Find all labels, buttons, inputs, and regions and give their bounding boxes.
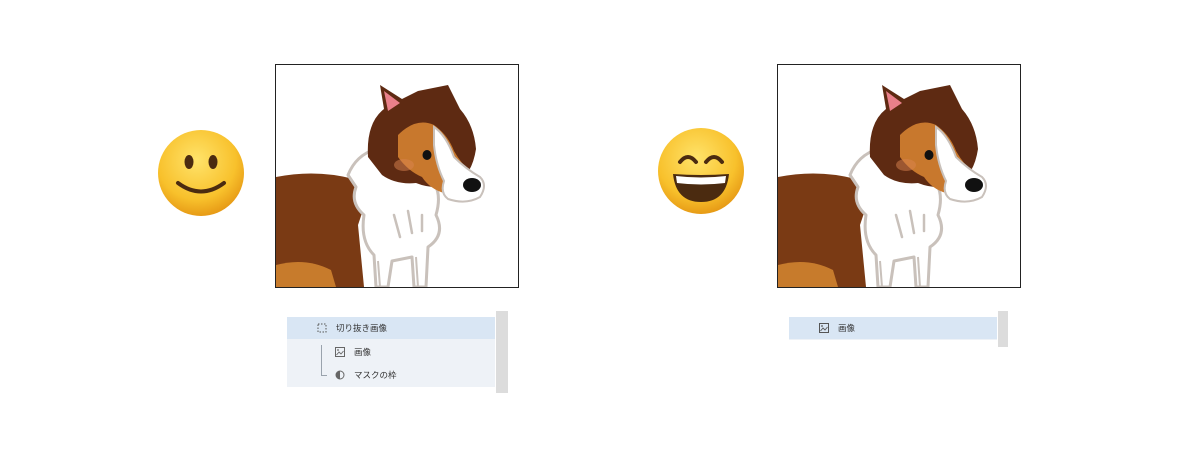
layer-row-mask[interactable]: マスクの枠 xyxy=(287,364,495,386)
layer-row-image[interactable]: 画像 xyxy=(287,341,495,363)
dog-image[interactable] xyxy=(777,64,1021,288)
layer-row-crop-group[interactable]: 切り抜き画像 xyxy=(287,317,495,339)
mask-icon xyxy=(335,370,345,380)
layers-scrollbar-right[interactable] xyxy=(998,311,1008,347)
layer-row-image-only[interactable]: 画像 xyxy=(789,317,997,339)
masked-dog-image[interactable] xyxy=(275,64,519,288)
slight-smile-emoji xyxy=(156,128,246,218)
layer-label-crop-group: 切り抜き画像 xyxy=(336,324,388,334)
layer-label-image: 画像 xyxy=(838,324,856,334)
grinning-smile-emoji xyxy=(656,126,746,216)
layer-label-image: 画像 xyxy=(354,348,372,358)
layers-panel-left: 切り抜き画像 画像 マスクの枠 xyxy=(287,317,495,387)
image-icon xyxy=(335,347,345,357)
crop-dashed-icon xyxy=(317,323,327,333)
layer-label-mask: マスクの枠 xyxy=(354,371,397,381)
layers-panel-right: 画像 xyxy=(789,317,997,340)
image-icon xyxy=(819,323,829,333)
layers-scrollbar-left[interactable] xyxy=(496,311,508,393)
